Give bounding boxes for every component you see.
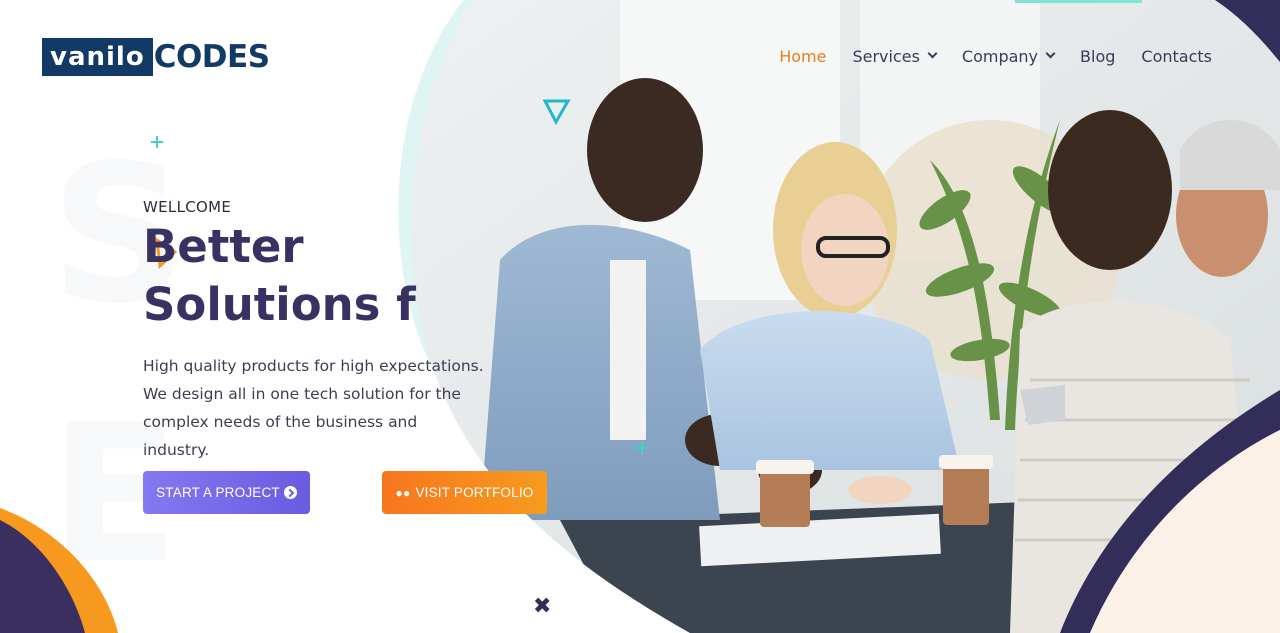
main-nav: Home Services Company Blog Contacts xyxy=(753,44,1212,68)
nav-contacts[interactable]: Contacts xyxy=(1141,44,1212,68)
hero-title: Better Solutions f xyxy=(143,220,416,331)
nav-services[interactable]: Services xyxy=(852,44,938,68)
logo-word-codes: CODES xyxy=(153,39,270,75)
tripadvisor-icon: ●● xyxy=(395,485,411,500)
start-project-label: START A PROJECT xyxy=(156,485,280,500)
nav-blog-label: Blog xyxy=(1080,46,1116,66)
nav-home[interactable]: Home xyxy=(779,44,826,68)
hero-eyebrow: WELLCOME xyxy=(143,198,232,216)
nav-blog[interactable]: Blog xyxy=(1080,44,1115,68)
chevron-down-icon xyxy=(1045,48,1056,59)
brand-logo[interactable]: vanilo CODES xyxy=(42,38,270,76)
nav-company-label: Company xyxy=(961,46,1039,66)
nav-contacts-label: Contacts xyxy=(1141,46,1212,66)
hero-section: S E vanilo CODES Home Services Company B… xyxy=(0,0,1280,633)
nav-company[interactable]: Company xyxy=(961,44,1056,68)
start-project-button[interactable]: START A PROJECT xyxy=(143,471,310,514)
circle-arrow-right-icon xyxy=(283,486,297,499)
visit-portfolio-label: VISIT PORTFOLIO xyxy=(415,485,534,500)
logo-word-vanilo: vanilo xyxy=(42,38,153,76)
close-icon[interactable]: ✖ xyxy=(533,594,551,620)
chevron-down-icon xyxy=(927,48,938,59)
hero-description: High quality products for high expectati… xyxy=(143,357,484,459)
nav-home-label: Home xyxy=(779,46,827,66)
decor-top-bar xyxy=(1015,0,1142,3)
nav-services-label: Services xyxy=(852,46,920,66)
visit-portfolio-button[interactable]: ●● VISIT PORTFOLIO xyxy=(382,471,547,514)
